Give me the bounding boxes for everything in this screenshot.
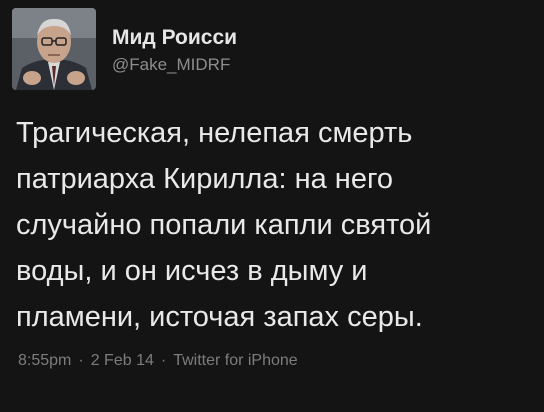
author-name[interactable]: Мид Роисси: [112, 26, 237, 50]
tweet-line: случайно попали капли святой: [16, 209, 432, 241]
avatar[interactable]: [12, 8, 96, 90]
tweet-source[interactable]: Twitter for iPhone: [173, 352, 298, 369]
tweet-date[interactable]: 2 Feb 14: [91, 352, 154, 369]
tweet-meta: 8:55pm · 2 Feb 14 · Twitter for iPhone: [18, 352, 298, 370]
tweet-card: Мид Роисси @Fake_MIDRF Трагическая, неле…: [0, 0, 544, 412]
tweet-time[interactable]: 8:55pm: [18, 352, 71, 369]
author-handle[interactable]: @Fake_MIDRF: [112, 55, 230, 75]
avatar-portrait-icon: [12, 8, 96, 90]
meta-separator: ·: [78, 352, 84, 369]
tweet-text: Трагическая, нелепая смерть патриарха Ки…: [16, 110, 528, 340]
tweet-line: Трагическая, нелепая смерть: [16, 117, 413, 149]
meta-separator: ·: [160, 352, 167, 369]
tweet-line: воды, и он исчез в дыму и: [16, 255, 368, 287]
tweet-line: пламени, источая запах серы.: [16, 301, 423, 333]
tweet-line: патриарха Кирилла: на него: [16, 163, 394, 195]
